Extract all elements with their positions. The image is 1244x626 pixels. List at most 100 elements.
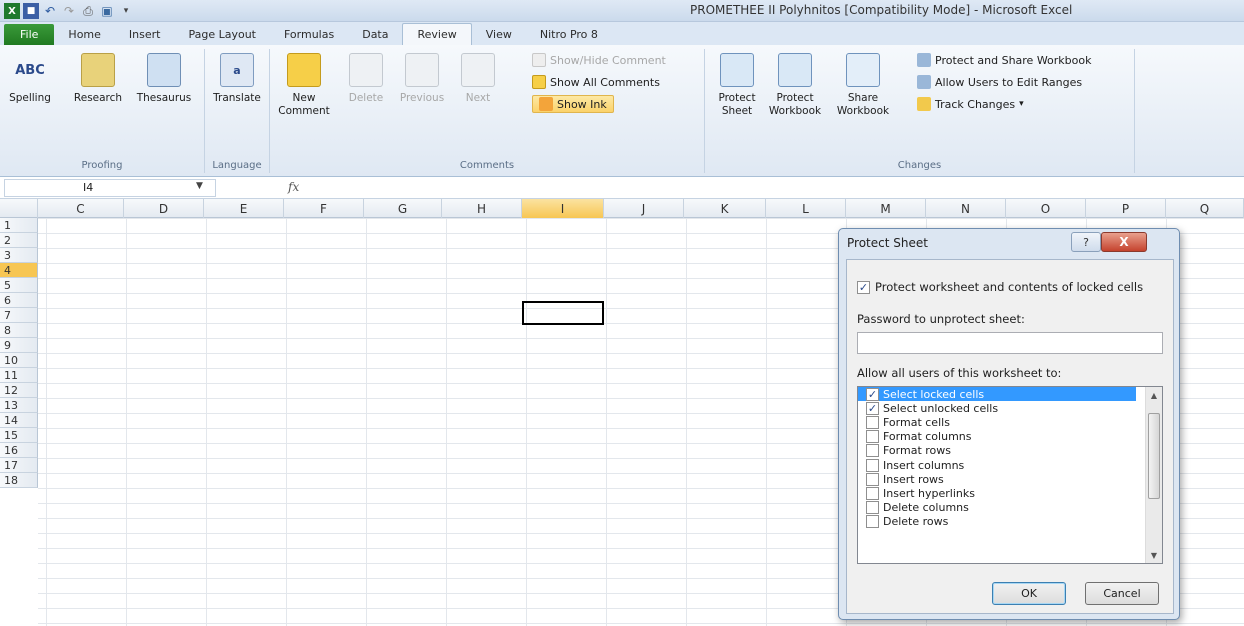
row-header[interactable]: 16 <box>0 443 38 458</box>
allow-users-edit-ranges-button[interactable]: Allow Users to Edit Ranges <box>917 73 1082 91</box>
column-header-selected[interactable]: I <box>522 199 604 218</box>
customize-qat-icon[interactable]: ▾ <box>118 3 134 19</box>
chevron-down-icon[interactable]: ▼ <box>196 181 203 191</box>
checkbox-icon[interactable] <box>866 486 879 500</box>
print-icon[interactable]: ⎙ <box>80 3 96 19</box>
row-header[interactable]: 13 <box>0 398 38 413</box>
row-header[interactable]: 5 <box>0 278 38 293</box>
row-header[interactable]: 15 <box>0 428 38 443</box>
checkbox-icon[interactable] <box>866 458 879 472</box>
row-header[interactable]: 7 <box>0 308 38 323</box>
perm-format-rows[interactable]: Format rows <box>858 444 1162 458</box>
research-button[interactable]: Research <box>70 53 126 105</box>
insert-function-icon[interactable]: fx <box>288 180 299 194</box>
perm-insert-rows[interactable]: Insert rows <box>858 472 1162 486</box>
delete-comment-button[interactable]: Delete <box>338 53 394 105</box>
thesaurus-button[interactable]: Thesaurus <box>136 53 192 105</box>
spelling-button[interactable]: ABC Spelling <box>2 53 58 105</box>
cancel-button[interactable]: Cancel <box>1085 582 1159 605</box>
checkbox-icon[interactable] <box>866 430 879 444</box>
row-header[interactable]: 3 <box>0 248 38 263</box>
perm-insert-columns[interactable]: Insert columns <box>858 458 1162 472</box>
tab-home[interactable]: Home <box>54 24 114 45</box>
perm-delete-columns[interactable]: Delete columns <box>858 501 1162 515</box>
perm-format-columns[interactable]: Format columns <box>858 430 1162 444</box>
row-header[interactable]: 1 <box>0 218 38 233</box>
perm-select-locked-cells[interactable]: ✓ Select locked cells <box>858 387 1136 402</box>
row-header[interactable]: 6 <box>0 293 38 308</box>
column-header[interactable]: M <box>846 199 926 218</box>
column-header[interactable]: E <box>204 199 284 218</box>
checkbox-icon[interactable] <box>866 472 879 486</box>
checkbox-icon[interactable]: ✓ <box>866 387 879 401</box>
permissions-list[interactable]: ✓ Select locked cells ✓ Select unlocked … <box>857 386 1163 564</box>
password-input[interactable] <box>857 332 1163 354</box>
redo-icon[interactable]: ↷ <box>61 3 77 19</box>
print-preview-icon[interactable]: ▣ <box>99 3 115 19</box>
name-box[interactable]: I4 <box>4 179 216 197</box>
tab-nitro-pro[interactable]: Nitro Pro 8 <box>526 24 612 45</box>
column-header[interactable]: N <box>926 199 1006 218</box>
previous-comment-button[interactable]: Previous <box>394 53 450 105</box>
translate-button[interactable]: a Translate <box>209 53 265 105</box>
save-icon[interactable]: ■ <box>23 3 39 19</box>
tab-file[interactable]: File <box>4 24 55 45</box>
checkbox-icon[interactable] <box>866 501 879 515</box>
protect-contents-checkbox[interactable]: ✓ Protect worksheet and contents of lock… <box>857 280 1143 294</box>
protect-sheet-button[interactable]: Protect Sheet <box>709 53 765 118</box>
scroll-down-icon[interactable]: ▼ <box>1146 547 1162 563</box>
checkbox-icon[interactable] <box>866 444 879 458</box>
help-button[interactable]: ? <box>1071 232 1101 252</box>
tab-data[interactable]: Data <box>348 24 402 45</box>
column-header[interactable]: H <box>442 199 522 218</box>
undo-icon[interactable]: ↶ <box>42 3 58 19</box>
scrollbar-thumb[interactable] <box>1148 413 1160 499</box>
tab-insert[interactable]: Insert <box>115 24 175 45</box>
tab-view[interactable]: View <box>472 24 526 45</box>
column-header[interactable]: F <box>284 199 364 218</box>
protect-share-workbook-button[interactable]: Protect and Share Workbook <box>917 51 1092 69</box>
column-header[interactable]: D <box>124 199 204 218</box>
column-header[interactable]: K <box>684 199 766 218</box>
column-header[interactable]: L <box>766 199 846 218</box>
row-header[interactable]: 18 <box>0 473 38 488</box>
column-header[interactable]: P <box>1086 199 1166 218</box>
row-header[interactable]: 11 <box>0 368 38 383</box>
next-comment-button[interactable]: Next <box>450 53 506 105</box>
excel-logo-icon[interactable]: X <box>4 3 20 19</box>
checkbox-icon[interactable]: ✓ <box>866 401 879 415</box>
select-all-corner[interactable] <box>0 199 38 218</box>
tab-review[interactable]: Review <box>402 23 472 45</box>
tab-formulas[interactable]: Formulas <box>270 24 348 45</box>
list-scrollbar[interactable]: ▲ ▼ <box>1145 387 1162 563</box>
close-button[interactable]: X <box>1101 232 1147 252</box>
row-header[interactable]: 10 <box>0 353 38 368</box>
column-header[interactable]: O <box>1006 199 1086 218</box>
new-comment-button[interactable]: New Comment <box>276 53 332 118</box>
scroll-up-icon[interactable]: ▲ <box>1146 387 1162 403</box>
row-header[interactable]: 17 <box>0 458 38 473</box>
row-header-selected[interactable]: 4 <box>0 263 38 278</box>
tab-page-layout[interactable]: Page Layout <box>174 24 270 45</box>
column-header[interactable]: C <box>38 199 124 218</box>
checkbox-icon[interactable] <box>866 415 879 429</box>
show-ink-button[interactable]: Show Ink <box>532 95 614 113</box>
column-header[interactable]: Q <box>1166 199 1244 218</box>
track-changes-button[interactable]: Track Changes ▾ <box>917 95 1024 113</box>
perm-format-cells[interactable]: Format cells <box>858 415 1162 429</box>
active-cell-i4[interactable] <box>522 301 604 325</box>
row-header[interactable]: 8 <box>0 323 38 338</box>
show-hide-comment-button[interactable]: Show/Hide Comment <box>532 51 666 69</box>
row-header[interactable]: 2 <box>0 233 38 248</box>
protect-workbook-button[interactable]: Protect Workbook <box>767 53 823 118</box>
ok-button[interactable]: OK <box>992 582 1066 605</box>
column-header[interactable]: J <box>604 199 684 218</box>
row-header[interactable]: 14 <box>0 413 38 428</box>
column-header[interactable]: G <box>364 199 442 218</box>
show-all-comments-button[interactable]: Show All Comments <box>532 73 660 91</box>
row-header[interactable]: 9 <box>0 338 38 353</box>
perm-insert-hyperlinks[interactable]: Insert hyperlinks <box>858 486 1162 500</box>
perm-delete-rows[interactable]: Delete rows <box>858 515 1162 529</box>
share-workbook-button[interactable]: Share Workbook <box>835 53 891 118</box>
row-header[interactable]: 12 <box>0 383 38 398</box>
